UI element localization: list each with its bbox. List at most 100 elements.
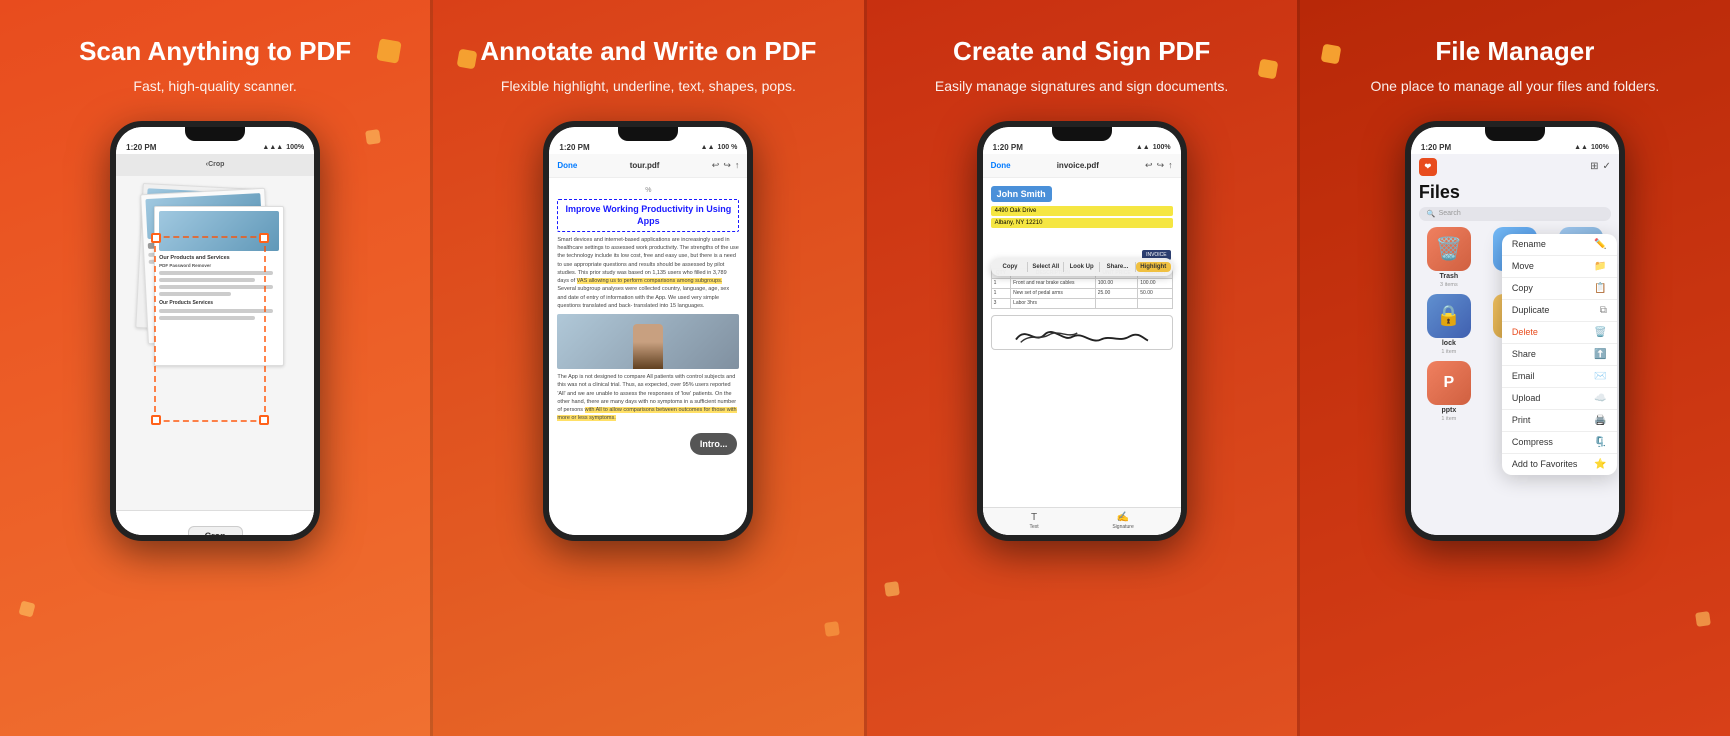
sign-subtitle: Easily manage signatures and sign docume… (935, 77, 1228, 97)
scan-header-title: Crop (208, 161, 224, 168)
ctx-rename[interactable]: Rename ✏️ (1502, 234, 1617, 256)
undo-icon[interactable]: ↩ (1145, 160, 1153, 171)
file-item-lock[interactable]: 🔒 lock 1 item (1419, 294, 1479, 355)
invoice-row: 3 Labor 3hrs (991, 298, 1172, 308)
deco-shape (377, 38, 402, 63)
text-tool[interactable]: T Text (1029, 512, 1038, 530)
undo-icon[interactable]: ↩ (712, 160, 720, 171)
signature-tool[interactable]: ✍ Signature (1112, 512, 1133, 530)
ctx-email-label: Email (1512, 371, 1535, 381)
phone-notch (1052, 127, 1112, 141)
pptx-icon: P (1444, 374, 1455, 392)
file-screen: 1:20 PM ▲▲ 100% ❤ ⊞ ✓ (1411, 127, 1619, 535)
sign-done-btn[interactable]: Done (991, 161, 1011, 170)
file-time: 1:20 PM (1421, 143, 1451, 152)
phone-notch (1485, 127, 1545, 141)
ctx-print[interactable]: Print 🖨️ (1502, 410, 1617, 432)
signal-icon: ▲▲ (1136, 144, 1150, 151)
sign-screen: 1:20 PM ▲▲ 100% Done invoice.pdf ↩ ↪ ↑ (983, 127, 1181, 535)
ctx-share[interactable]: Share... (1100, 262, 1136, 272)
sign-invoice-area: QTY DESCRIPTION UNIT PRICE AMOUNT 1 Fron… (991, 268, 1173, 350)
ctx-upload[interactable]: Upload ☁️ (1502, 388, 1617, 410)
crop-handle-tl[interactable] (151, 233, 161, 243)
ctx-delete-icon: 🗑️ (1594, 327, 1606, 338)
deco-shape (457, 49, 478, 70)
search-icon: 🔍 (1427, 210, 1436, 218)
anno-highlight: VAS allowing us to perform comparisons a… (577, 278, 723, 284)
crop-handle-tr[interactable] (259, 233, 269, 243)
ctx-move-icon: 📁 (1594, 261, 1606, 272)
battery-label: 100% (1153, 144, 1171, 151)
invoice-cell: New set of pedal arms (1011, 288, 1096, 298)
ctx-duplicate-icon: ⧉ (1600, 305, 1607, 316)
crop-handle-bl[interactable] (151, 415, 161, 425)
files-title: Files (1411, 178, 1619, 207)
invoice-cell: Front and rear brake cables (1011, 278, 1096, 288)
invoice-row: 1 New set of pedal arms 25.00 50.00 (991, 288, 1172, 298)
ctx-favorites-icon: ⭐ (1594, 459, 1606, 470)
anno-status-icons: ▲▲ 100 % (701, 144, 738, 151)
phone-notch (185, 127, 245, 141)
ctx-look-up[interactable]: Look Up (1064, 262, 1100, 272)
grid-icon[interactable]: ⊞ (1590, 161, 1598, 172)
crop-button[interactable]: Crop (188, 526, 243, 535)
invoice-cell: 50.00 (1138, 288, 1172, 298)
ctx-compress-icon: 🗜️ (1594, 437, 1606, 448)
share-icon[interactable]: ↑ (735, 160, 740, 171)
app-logo: ❤ (1419, 158, 1437, 176)
anno-done-btn[interactable]: Done (557, 161, 577, 170)
deco-shape (1320, 44, 1341, 65)
ctx-duplicate-label: Duplicate (1512, 305, 1550, 315)
file-search-bar[interactable]: 🔍 Search (1419, 207, 1611, 221)
ctx-favorites[interactable]: Add to Favorites ⭐ (1502, 454, 1617, 475)
anno-image (557, 314, 739, 369)
anno-highlight2: with All to allow comparisons between ou… (557, 407, 736, 421)
invoice-cell: 25.00 (1095, 288, 1138, 298)
scan-subtitle: Fast, high-quality scanner. (133, 77, 296, 97)
deco-shape (1257, 59, 1278, 80)
scan-panel: Scan Anything to PDF Fast, high-quality … (0, 0, 430, 736)
ctx-delete[interactable]: Delete 🗑️ (1502, 322, 1617, 344)
sign-toolbar: T Text ✍ Signature (983, 507, 1181, 535)
share-icon[interactable]: ↑ (1168, 160, 1173, 171)
ctx-rename-icon: ✏️ (1594, 239, 1606, 250)
sign-time: 1:20 PM (993, 143, 1023, 152)
ctx-print-label: Print (1512, 415, 1531, 425)
scan-document-area: Our Products and Services PDF Password R… (124, 176, 306, 502)
invoice-cell: 1 (991, 288, 1010, 298)
ctx-share[interactable]: Share ⬆️ (1502, 344, 1617, 366)
ctx-copy-icon: 📋 (1594, 283, 1606, 294)
ctx-move[interactable]: Move 📁 (1502, 256, 1617, 278)
ctx-email[interactable]: Email ✉️ (1502, 366, 1617, 388)
ctx-copy[interactable]: Copy (993, 262, 1029, 272)
ctx-print-icon: 🖨️ (1594, 415, 1606, 426)
ctx-compress[interactable]: Compress 🗜️ (1502, 432, 1617, 454)
invoice-row: 1 Front and rear brake cables 100.00 100… (991, 278, 1172, 288)
sign-status-icons: ▲▲ 100% (1136, 144, 1171, 151)
annotate-title: Annotate and Write on PDF (480, 36, 816, 67)
battery-label: 100% (286, 144, 304, 151)
ctx-copy[interactable]: Copy 📋 (1502, 278, 1617, 300)
anno-filename: tour.pdf (630, 161, 660, 170)
anno-img-person (633, 324, 663, 369)
invoice-cell: 100.00 (1095, 278, 1138, 288)
crop-bar: Crop (116, 510, 314, 535)
scan-screen-content: ‹ Crop (116, 154, 314, 535)
file-item-pptx[interactable]: P pptx 1 item (1419, 361, 1479, 422)
ctx-highlight[interactable]: Highlight (1136, 262, 1171, 272)
crop-handle-br[interactable] (259, 415, 269, 425)
anno-text-block: Smart devices and internet-based applica… (557, 236, 739, 310)
file-name-trash: Trash (1440, 273, 1459, 280)
ctx-select-all[interactable]: Select All (1028, 262, 1064, 272)
filemanager-title: File Manager (1435, 36, 1594, 67)
file-item-trash[interactable]: 🗑️ Trash 3 items (1419, 227, 1479, 288)
crop-overlay (154, 236, 266, 422)
redo-icon[interactable]: ↪ (723, 160, 731, 171)
redo-icon[interactable]: ↪ (1157, 160, 1165, 171)
file-header: ❤ ⊞ ✓ (1411, 154, 1619, 178)
sign-person-name: John Smith (991, 186, 1052, 202)
invoice-cell: 1 (991, 278, 1010, 288)
ctx-duplicate[interactable]: Duplicate ⧉ (1502, 300, 1617, 322)
checkmark-icon[interactable]: ✓ (1602, 161, 1610, 172)
invoice-cell (1138, 298, 1172, 308)
